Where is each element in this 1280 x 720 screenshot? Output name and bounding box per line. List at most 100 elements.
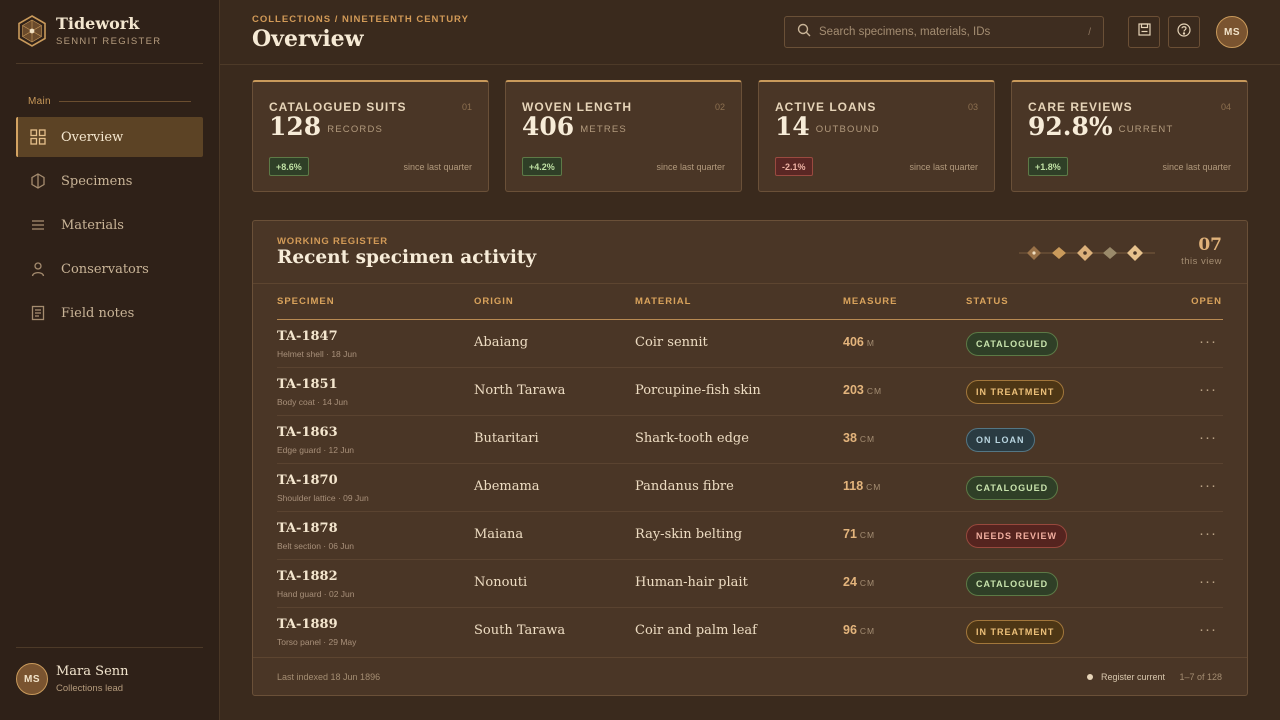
stat-delta: +8.6% xyxy=(269,157,309,176)
last-indexed: Last indexed 18 Jun 1896 xyxy=(277,672,381,682)
help-button[interactable] xyxy=(1168,16,1200,48)
search-shortcut: / xyxy=(1088,26,1091,38)
sidebar-item-label: Overview xyxy=(61,129,124,145)
specimen-id[interactable]: TA-1863 xyxy=(277,425,338,440)
measure: 203 CM xyxy=(843,383,883,397)
measure: 96 CM xyxy=(843,623,876,637)
column-header-specimen[interactable]: SPECIMEN xyxy=(277,296,335,307)
row-menu-button[interactable]: ··· xyxy=(1199,525,1217,542)
sidebar-item-label: Conservators xyxy=(61,261,149,277)
column-header-status[interactable]: STATUS xyxy=(966,296,1009,307)
table-row[interactable]: TA-1882 Hand guard · 02 Jun Nonouti Huma… xyxy=(277,560,1223,608)
specimen-id[interactable]: TA-1870 xyxy=(277,473,338,488)
specimen-id[interactable]: TA-1878 xyxy=(277,521,338,536)
specimen-detail: Hand guard · 02 Jun xyxy=(277,589,355,599)
measure: 24 CM xyxy=(843,575,876,589)
brand-subtitle: SENNIT REGISTER xyxy=(56,36,162,47)
table-row[interactable]: TA-1851 Body coat · 14 Jun North Tarawa … xyxy=(277,368,1223,416)
specimen-detail: Torso panel · 29 May xyxy=(277,637,357,647)
material: Coir and palm leaf xyxy=(635,623,757,638)
specimen-detail: Body coat · 14 Jun xyxy=(277,397,348,407)
material: Coir sennit xyxy=(635,335,708,350)
save-button[interactable] xyxy=(1128,16,1160,48)
sidebar-item-conservators[interactable]: Conservators xyxy=(16,249,203,289)
column-header-material[interactable]: MATERIAL xyxy=(635,296,691,307)
table-row[interactable]: TA-1889 Torso panel · 29 May South Taraw… xyxy=(277,608,1223,656)
nav-section-label: Main xyxy=(28,96,51,107)
origin: South Tarawa xyxy=(474,623,566,638)
sidebar-item-overview[interactable]: Overview xyxy=(16,117,203,157)
table-row[interactable]: TA-1870 Shoulder lattice · 09 Jun Abemam… xyxy=(277,464,1223,512)
divider xyxy=(253,283,1247,284)
stat-card-catalogued-suits: CATALOGUED SUITS 01 128 RECORDS +8.6% sin… xyxy=(252,80,489,192)
row-menu-button[interactable]: ··· xyxy=(1199,429,1217,446)
table-row[interactable]: TA-1863 Edge guard · 12 Jun Butaritari S… xyxy=(277,416,1223,464)
stat-delta: -2.1% xyxy=(775,157,813,176)
measure: 71 CM xyxy=(843,527,876,541)
row-menu-button[interactable]: ··· xyxy=(1199,477,1217,494)
help-icon xyxy=(1177,22,1191,42)
column-header-origin[interactable]: ORIGIN xyxy=(474,296,514,307)
stat-value: 14 OUTBOUND xyxy=(775,112,880,141)
brand[interactable]: Tidework SENNIT REGISTER xyxy=(18,15,161,47)
row-menu-button[interactable]: ··· xyxy=(1199,333,1217,350)
status-badge: IN TREATMENT xyxy=(966,380,1065,404)
specimen-id[interactable]: TA-1889 xyxy=(277,617,338,632)
stat-card-woven-length: WOVEN LENGTH 02 406 METRES +4.2% since la… xyxy=(505,80,742,192)
sidebar-item-materials[interactable]: Materials xyxy=(16,205,203,245)
diamond-motif-icon xyxy=(1019,245,1155,261)
row-menu-button[interactable]: ··· xyxy=(1199,381,1217,398)
table-row[interactable]: TA-1878 Belt section · 06 Jun Maiana Ray… xyxy=(277,512,1223,560)
column-header-measure[interactable]: MEASURE xyxy=(843,296,898,307)
logo-icon xyxy=(18,15,46,47)
register-status: Register current xyxy=(1087,672,1165,682)
specimen-detail: Belt section · 06 Jun xyxy=(277,541,355,551)
divider xyxy=(253,657,1247,658)
grid-icon xyxy=(30,129,46,145)
column-header-open: OPEN xyxy=(1191,296,1222,307)
breadcrumb[interactable]: COLLECTIONS / NINETEENTH CENTURY xyxy=(252,14,469,25)
origin: Butaritari xyxy=(474,431,539,446)
specimen-id[interactable]: TA-1882 xyxy=(277,569,338,584)
specimen-detail: Shoulder lattice · 09 Jun xyxy=(277,493,369,503)
header-divider xyxy=(220,64,1280,65)
list-icon xyxy=(30,217,46,233)
stat-index: 02 xyxy=(714,102,725,112)
status-badge: CATALOGUED xyxy=(966,332,1059,356)
specimen-id[interactable]: TA-1847 xyxy=(277,329,338,344)
sidebar-item-specimens[interactable]: Specimens xyxy=(16,161,203,201)
specimen-detail: Edge guard · 12 Jun xyxy=(277,445,355,455)
divider xyxy=(16,63,203,64)
specimen-id[interactable]: TA-1851 xyxy=(277,377,338,392)
search-input[interactable] xyxy=(819,26,1089,38)
status-badge: ON LOAN xyxy=(966,428,1035,452)
user-profile[interactable]: MS Mara Senn Collections lead xyxy=(16,663,129,695)
user-role: Collections lead xyxy=(56,683,124,694)
origin: North Tarawa xyxy=(474,383,566,398)
row-menu-button[interactable]: ··· xyxy=(1199,621,1217,638)
table-row[interactable]: TA-1847 Helmet shell · 18 Jun Abaiang Co… xyxy=(277,320,1223,368)
view-count: 07 this view xyxy=(1181,235,1222,267)
origin: Nonouti xyxy=(474,575,528,590)
status-dot-icon xyxy=(1087,674,1093,680)
sidebar-item-field-notes[interactable]: Field notes xyxy=(16,293,203,333)
measure: 118 CM xyxy=(843,479,882,493)
status-badge: CATALOGUED xyxy=(966,572,1059,596)
panel-kicker: WORKING REGISTER xyxy=(277,236,388,247)
search-icon xyxy=(797,23,811,42)
status-badge: NEEDS REVIEW xyxy=(966,524,1068,548)
stat-unit: CURRENT xyxy=(1118,124,1174,135)
save-icon xyxy=(1137,23,1151,41)
account-avatar[interactable]: MS xyxy=(1216,16,1248,48)
person-icon xyxy=(30,261,46,277)
stat-index: 03 xyxy=(967,102,978,112)
count-label: this view xyxy=(1181,256,1222,267)
stat-unit: RECORDS xyxy=(327,124,384,135)
stat-note: since last quarter xyxy=(403,162,472,172)
stat-value: 128 RECORDS xyxy=(269,112,384,141)
nav-section-header: Main xyxy=(28,96,191,107)
stat-index: 04 xyxy=(1220,102,1231,112)
material: Shark-tooth edge xyxy=(635,431,749,446)
search-box[interactable]: / xyxy=(784,16,1104,48)
row-menu-button[interactable]: ··· xyxy=(1199,573,1217,590)
